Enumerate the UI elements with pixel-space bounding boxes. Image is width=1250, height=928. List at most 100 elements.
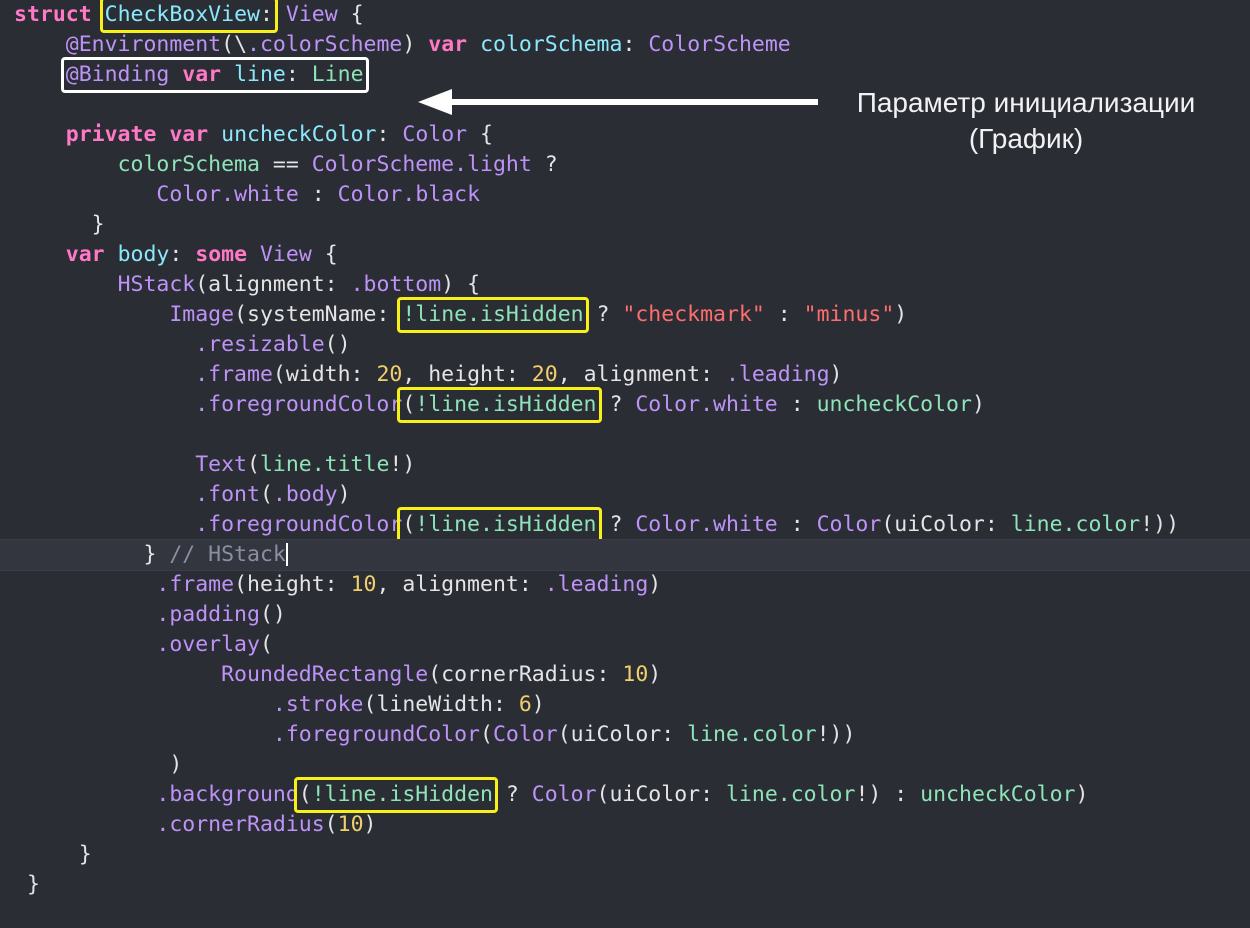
token-keyword-var4: var bbox=[65, 242, 105, 267]
token-arg-alignment: , alignment: bbox=[557, 362, 726, 387]
code-line-8[interactable]: } bbox=[0, 210, 1250, 240]
token-paren8: ( bbox=[402, 512, 416, 537]
token-paren9: ) bbox=[648, 572, 662, 597]
token-bang-parens: !)) bbox=[1140, 512, 1180, 537]
token-paren11: ) bbox=[648, 662, 662, 687]
code-line-10[interactable]: HStack(alignment: .bottom) { bbox=[0, 270, 1250, 300]
code-line-13[interactable]: .frame(width: 20, height: 20, alignment:… bbox=[0, 360, 1250, 390]
code-line-17[interactable]: .font(.body) bbox=[0, 480, 1250, 510]
highlight-ishidden-2[interactable]: (!line.isHidden bbox=[397, 387, 602, 423]
code-line-28[interactable]: .cornerRadius(10) bbox=[0, 810, 1250, 840]
code-line-26[interactable]: ) bbox=[0, 750, 1250, 780]
token-paren-brace: ) { bbox=[441, 272, 481, 297]
token-type-color: Color bbox=[402, 122, 468, 147]
token-arg-height2: (height: bbox=[234, 572, 351, 597]
token-type-view2: View bbox=[259, 242, 312, 267]
code-line-27[interactable]: .background(!line.isHidden ? Color(uiCol… bbox=[0, 777, 1250, 813]
token-arg-cornerradius: (cornerRadius: bbox=[428, 662, 623, 687]
token-type-image: Image bbox=[169, 302, 235, 327]
code-line-22[interactable]: .overlay( bbox=[0, 630, 1250, 660]
code-line-30[interactable]: } bbox=[0, 870, 1250, 900]
code-line-14[interactable]: .foregroundColor(!line.isHidden ? Color.… bbox=[0, 387, 1250, 423]
token-ref-linetitle: line.title bbox=[259, 452, 390, 477]
code-line-21[interactable]: .padding() bbox=[0, 600, 1250, 630]
sp bbox=[156, 122, 169, 147]
callout-binding-line[interactable]: @Binding var line: Line bbox=[60, 57, 369, 93]
token-colon3: : bbox=[285, 62, 299, 87]
token-bang-paren: !) bbox=[389, 452, 416, 477]
token-arg-systemname: (systemName: bbox=[234, 302, 403, 327]
callout-label: Параметр инициализации (График) bbox=[856, 87, 1196, 154]
token-paren13: ( bbox=[480, 722, 493, 747]
token-method-resizable: .resizable bbox=[195, 332, 325, 357]
highlight-ishidden-1[interactable]: !line.isHidden bbox=[397, 297, 589, 333]
token-method-foregroundcolor3: .foregroundColor bbox=[272, 722, 480, 747]
token-arg-height: , height: bbox=[402, 362, 532, 387]
token-type-color6: Color bbox=[816, 512, 882, 537]
code-line-2[interactable]: @Environment(\.colorScheme) var colorSch… bbox=[0, 30, 1250, 60]
code-line-23[interactable]: RoundedRectangle(cornerRadius: 10) bbox=[0, 660, 1250, 690]
token-method-foregroundcolor2: .foregroundColor bbox=[195, 512, 403, 537]
token-keyword-var3: var bbox=[169, 122, 209, 147]
sp bbox=[415, 32, 428, 57]
code-line-18[interactable]: .foregroundColor(!line.isHidden ? Color.… bbox=[0, 507, 1250, 543]
code-line-19-current[interactable]: } // HStack bbox=[0, 540, 1250, 570]
token-method-foregroundcolor1: .foregroundColor bbox=[195, 392, 403, 417]
token-ref-linecolor2: line.color bbox=[687, 722, 817, 747]
token-member-leading: .leading bbox=[725, 362, 830, 387]
code-line-20[interactable]: .frame(height: 10, alignment: .leading) bbox=[0, 570, 1250, 600]
token-ref-linecolor3: line.color bbox=[725, 782, 856, 807]
code-line-25[interactable]: .foregroundColor(Color(uiColor: line.col… bbox=[0, 720, 1250, 750]
highlight-ishidden-4[interactable]: (!line.isHidden bbox=[293, 777, 498, 813]
token-expr-ishidden: !line.isHidden bbox=[402, 302, 584, 327]
token-question: ? bbox=[531, 152, 558, 177]
token-number-10c: 10 bbox=[337, 812, 364, 837]
code-line-11[interactable]: Image(systemName: !line.isHidden ? "chec… bbox=[0, 297, 1250, 333]
sp2 bbox=[247, 242, 260, 267]
token-attr-binding: @Binding bbox=[65, 62, 170, 87]
token-member-leading2: .leading bbox=[544, 572, 649, 597]
token-type-roundedrectangle: RoundedRectangle bbox=[221, 662, 429, 687]
token-method-overlay: .overlay bbox=[156, 632, 260, 657]
token-ternary1: ? bbox=[583, 302, 623, 327]
highlight-checkboxview[interactable]: CheckBoxView: bbox=[99, 0, 278, 33]
token-paren15: ) bbox=[1075, 782, 1089, 807]
sp bbox=[105, 242, 118, 267]
code-line-7[interactable]: Color.white : Color.black bbox=[0, 180, 1250, 210]
token-paren7: ) bbox=[337, 482, 351, 507]
code-line-12[interactable]: .resizable() bbox=[0, 330, 1250, 360]
token-paren-close2: ) bbox=[169, 752, 183, 777]
token-type-color7: Color bbox=[492, 722, 558, 747]
code-line-1[interactable]: struct CheckBoxView: View { bbox=[0, 0, 1250, 33]
token-keyword-some: some bbox=[195, 242, 248, 267]
token-number-10b: 10 bbox=[622, 662, 649, 687]
token-brace-close2: } bbox=[143, 542, 157, 567]
token-bang-parens2: !)) bbox=[816, 722, 856, 747]
token-arg-uicolor3: (uiColor: bbox=[596, 782, 726, 807]
sp3 bbox=[299, 62, 312, 87]
token-paren5: ( bbox=[247, 452, 260, 477]
token-paren3: ( bbox=[402, 392, 416, 417]
token-type-color5: Color bbox=[635, 512, 701, 537]
token-string-minus: "minus" bbox=[803, 302, 895, 327]
code-line-29[interactable]: } bbox=[0, 840, 1250, 870]
token-arg-linewidth: (lineWidth: bbox=[363, 692, 519, 717]
token-colon4: : bbox=[376, 122, 403, 147]
highlight-ishidden-3[interactable]: (!line.isHidden bbox=[397, 507, 602, 543]
token-expr-ishidden3: !line.isHidden bbox=[415, 512, 597, 537]
code-line-9[interactable]: var body: some View { bbox=[0, 240, 1250, 270]
code-line-24[interactable]: .stroke(lineWidth: 6) bbox=[0, 690, 1250, 720]
code-line-15[interactable] bbox=[0, 420, 1250, 450]
token-colon: : bbox=[259, 2, 273, 27]
token-method-frame2: .frame bbox=[156, 572, 235, 597]
code-line-16[interactable]: Text(line.title!) bbox=[0, 450, 1250, 480]
token-parens2: () bbox=[259, 602, 286, 627]
